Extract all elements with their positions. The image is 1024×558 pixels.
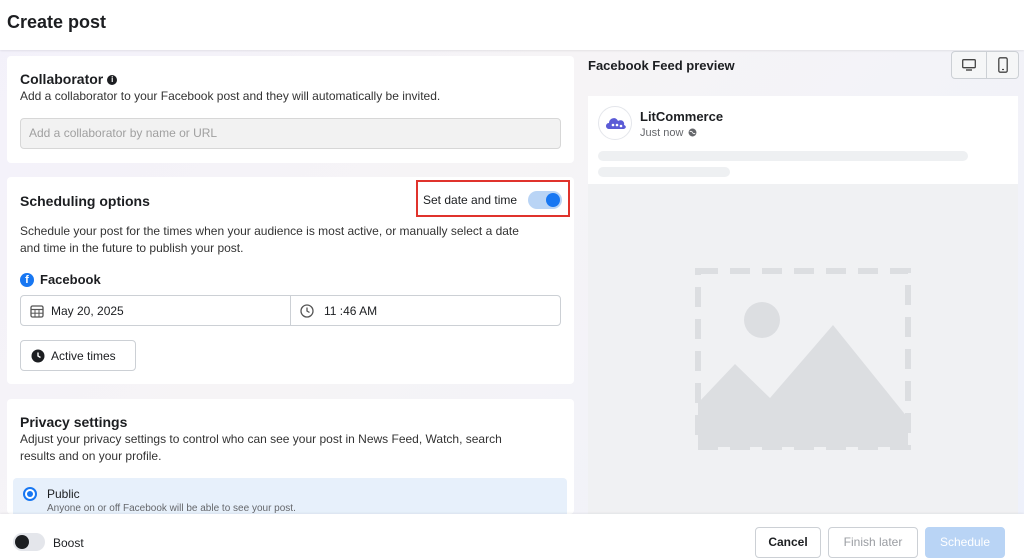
page-title: Create post	[7, 12, 107, 32]
privacy-description-2: results and on your profile.	[20, 449, 162, 463]
public-label: Public	[47, 487, 80, 501]
facebook-icon: f	[20, 273, 34, 287]
public-radio[interactable]	[23, 487, 37, 501]
date-time-picker: May 20, 2025 11 :46 AM	[20, 295, 561, 326]
date-time-divider	[290, 296, 291, 325]
calendar-icon	[30, 305, 44, 318]
footer-bar: Boost Cancel Finish later Schedule	[0, 514, 1024, 558]
finish-later-button[interactable]: Finish later	[828, 527, 918, 558]
collaborator-card: Collaborator i Add a collaborator to your…	[7, 56, 574, 163]
boost-label: Boost	[53, 536, 84, 550]
platform-label: Facebook	[40, 272, 101, 287]
globe-icon	[689, 128, 697, 137]
boost-toggle-knob	[15, 535, 29, 549]
preview-title: Facebook Feed preview	[588, 58, 735, 73]
set-date-time-toggle[interactable]	[528, 191, 562, 209]
clock-filled-icon	[31, 349, 45, 363]
date-field[interactable]: May 20, 2025	[51, 304, 124, 318]
page-avatar	[598, 106, 632, 140]
collaborator-input[interactable]: Add a collaborator by name or URL	[20, 118, 561, 149]
desktop-icon[interactable]	[962, 59, 976, 71]
text-skeleton-1	[598, 151, 968, 161]
privacy-option-public[interactable]: Public Anyone on or off Facebook will be…	[13, 478, 567, 518]
collaborator-title: Collaborator i	[20, 71, 118, 87]
header: Create post	[0, 0, 1024, 50]
scheduling-description-1: Schedule your post for the times when yo…	[20, 224, 519, 238]
page-name: LitCommerce	[640, 109, 724, 124]
active-times-label: Active times	[51, 349, 116, 363]
privacy-title: Privacy settings	[20, 414, 128, 430]
privacy-description-1: Adjust your privacy settings to control …	[20, 432, 502, 446]
media-placeholder	[588, 184, 1018, 558]
active-times-button[interactable]: Active times	[20, 340, 136, 371]
mobile-icon[interactable]	[998, 57, 1008, 73]
time-field[interactable]: 11 :46 AM	[324, 304, 377, 318]
toggle-knob	[546, 193, 560, 207]
scheduling-title: Scheduling options	[20, 193, 150, 209]
post-time-text: Just now	[640, 127, 684, 139]
post-time: Just now	[640, 127, 697, 139]
boost-toggle[interactable]	[13, 533, 45, 551]
schedule-button[interactable]: Schedule	[925, 527, 1005, 558]
set-date-time-label: Set date and time	[423, 193, 518, 207]
text-skeleton-2	[598, 167, 730, 177]
feed-preview-card: LitCommerce Just now	[588, 96, 1018, 558]
collaborator-description: Add a collaborator to your Facebook post…	[20, 89, 441, 103]
device-toggle	[951, 51, 1019, 79]
collaborator-title-text: Collaborator	[20, 71, 104, 87]
cancel-button[interactable]: Cancel	[755, 527, 821, 558]
info-icon[interactable]: i	[107, 75, 118, 85]
public-sublabel: Anyone on or off Facebook will be able t…	[47, 503, 296, 514]
image-placeholder-icon	[695, 268, 911, 450]
clock-icon	[300, 304, 314, 318]
litcommerce-logo-icon	[606, 118, 626, 129]
device-divider	[986, 52, 987, 78]
scheduling-description-2: and time in the future to publish your p…	[20, 241, 244, 255]
